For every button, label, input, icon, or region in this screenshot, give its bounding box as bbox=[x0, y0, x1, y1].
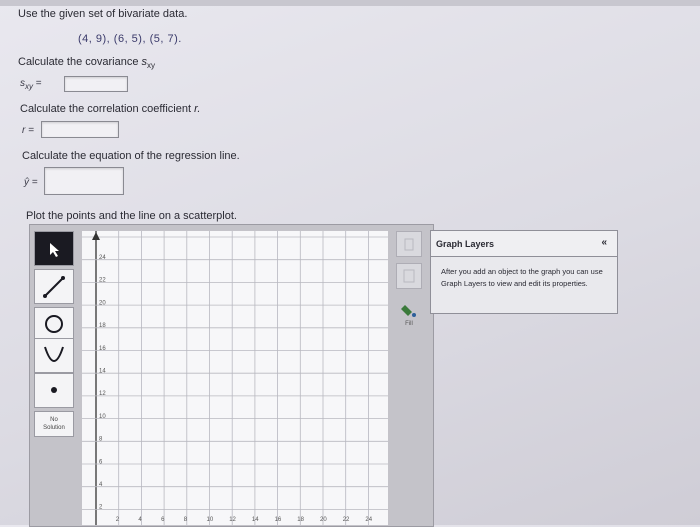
x-tick-label: 12 bbox=[229, 517, 236, 523]
trash-icon bbox=[404, 238, 414, 251]
y-tick-label: 14 bbox=[99, 369, 106, 375]
line-tool-icon bbox=[43, 276, 65, 298]
fill-button[interactable]: Fill bbox=[396, 301, 422, 331]
circle-tool-button[interactable] bbox=[34, 307, 74, 342]
pointer-tool-icon bbox=[50, 243, 59, 257]
correlation-input[interactable] bbox=[41, 121, 119, 138]
dataset-text: (4, 9), (6, 5), (5, 7). bbox=[78, 33, 182, 45]
graph-toolbar: No Solution bbox=[34, 231, 76, 525]
top-border bbox=[0, 0, 700, 6]
covariance-prompt: Calculate the covariance sxy bbox=[18, 56, 155, 70]
no-solution-button[interactable]: No Solution bbox=[34, 411, 74, 437]
line-tool-button[interactable] bbox=[34, 269, 74, 304]
y-tick-label: 8 bbox=[99, 437, 103, 443]
regression-label: ŷ = bbox=[24, 177, 38, 188]
correlation-prompt: Calculate the correlation coefficient r. bbox=[20, 103, 200, 115]
graph-canvas[interactable]: 24 22 20 18 16 14 12 10 8 6 4 2 2 4 6 8 10 12 14 16 18 20 22 24 bbox=[82, 231, 388, 525]
x-tick-label: 20 bbox=[320, 517, 327, 523]
x-tick-label: 24 bbox=[365, 517, 372, 523]
pointer-tool-button[interactable] bbox=[34, 231, 74, 266]
y-tick-label: 16 bbox=[99, 346, 106, 352]
x-tick-label: 16 bbox=[275, 517, 282, 523]
x-tick-label: 18 bbox=[297, 517, 304, 523]
correlation-label: r = bbox=[22, 125, 34, 136]
point-tool-icon bbox=[51, 387, 57, 393]
graph-layers-description: After you add an object to the graph you… bbox=[441, 267, 603, 288]
x-tick-label: 14 bbox=[252, 517, 259, 523]
layers-icon bbox=[403, 269, 415, 283]
parabola-tool-button[interactable] bbox=[34, 338, 74, 373]
fill-bucket-icon bbox=[401, 305, 416, 317]
graph-layers-header: Graph Layers « bbox=[431, 231, 617, 257]
delete-button[interactable] bbox=[396, 231, 422, 257]
graph-side-controls: Fill bbox=[392, 231, 426, 525]
covariance-label-eq: = bbox=[35, 78, 42, 89]
regression-prompt: Calculate the equation of the regression… bbox=[22, 150, 240, 162]
fill-label: Fill bbox=[405, 321, 413, 327]
graph-layers-panel: Graph Layers « After you add an object t… bbox=[430, 230, 618, 314]
covariance-label: sxy = bbox=[20, 78, 42, 91]
circle-tool-icon bbox=[45, 315, 63, 333]
layers-button[interactable] bbox=[396, 263, 422, 289]
point-tool-button[interactable] bbox=[34, 373, 74, 408]
x-tick-label: 10 bbox=[207, 517, 214, 523]
no-solution-line-2: Solution bbox=[43, 425, 65, 431]
y-axis-arrow bbox=[92, 232, 100, 240]
covariance-input[interactable] bbox=[64, 76, 128, 92]
x-tick-label: 22 bbox=[343, 517, 350, 523]
covariance-prompt-sub: xy bbox=[147, 61, 156, 71]
plot-prompt: Plot the points and the line on a scatte… bbox=[26, 210, 237, 222]
y-tick-label: 24 bbox=[99, 255, 106, 261]
collapse-layers-button[interactable]: « bbox=[601, 237, 607, 248]
regression-input[interactable] bbox=[44, 167, 124, 195]
correlation-prompt-var: r. bbox=[194, 103, 201, 115]
y-tick-label: 12 bbox=[99, 391, 106, 397]
covariance-prompt-text: Calculate the covariance bbox=[18, 56, 139, 68]
y-tick-label: 20 bbox=[99, 300, 106, 306]
y-tick-label: 2 bbox=[99, 505, 103, 511]
intro-text: Use the given set of bivariate data. bbox=[18, 8, 188, 20]
graph-grid: 242220181614121086422 4 6 8 10 12 14 16 18 20 22 24 bbox=[82, 231, 388, 525]
y-tick-label: 18 bbox=[99, 323, 106, 329]
graph-layers-title: Graph Layers bbox=[436, 239, 495, 249]
parabola-tool-icon bbox=[44, 346, 64, 362]
y-tick-label: 10 bbox=[99, 414, 106, 420]
covariance-label-sub: xy bbox=[25, 82, 33, 91]
correlation-prompt-text: Calculate the correlation coefficient bbox=[20, 103, 192, 115]
no-solution-line-1: No bbox=[50, 417, 58, 423]
y-tick-label: 22 bbox=[99, 278, 106, 284]
